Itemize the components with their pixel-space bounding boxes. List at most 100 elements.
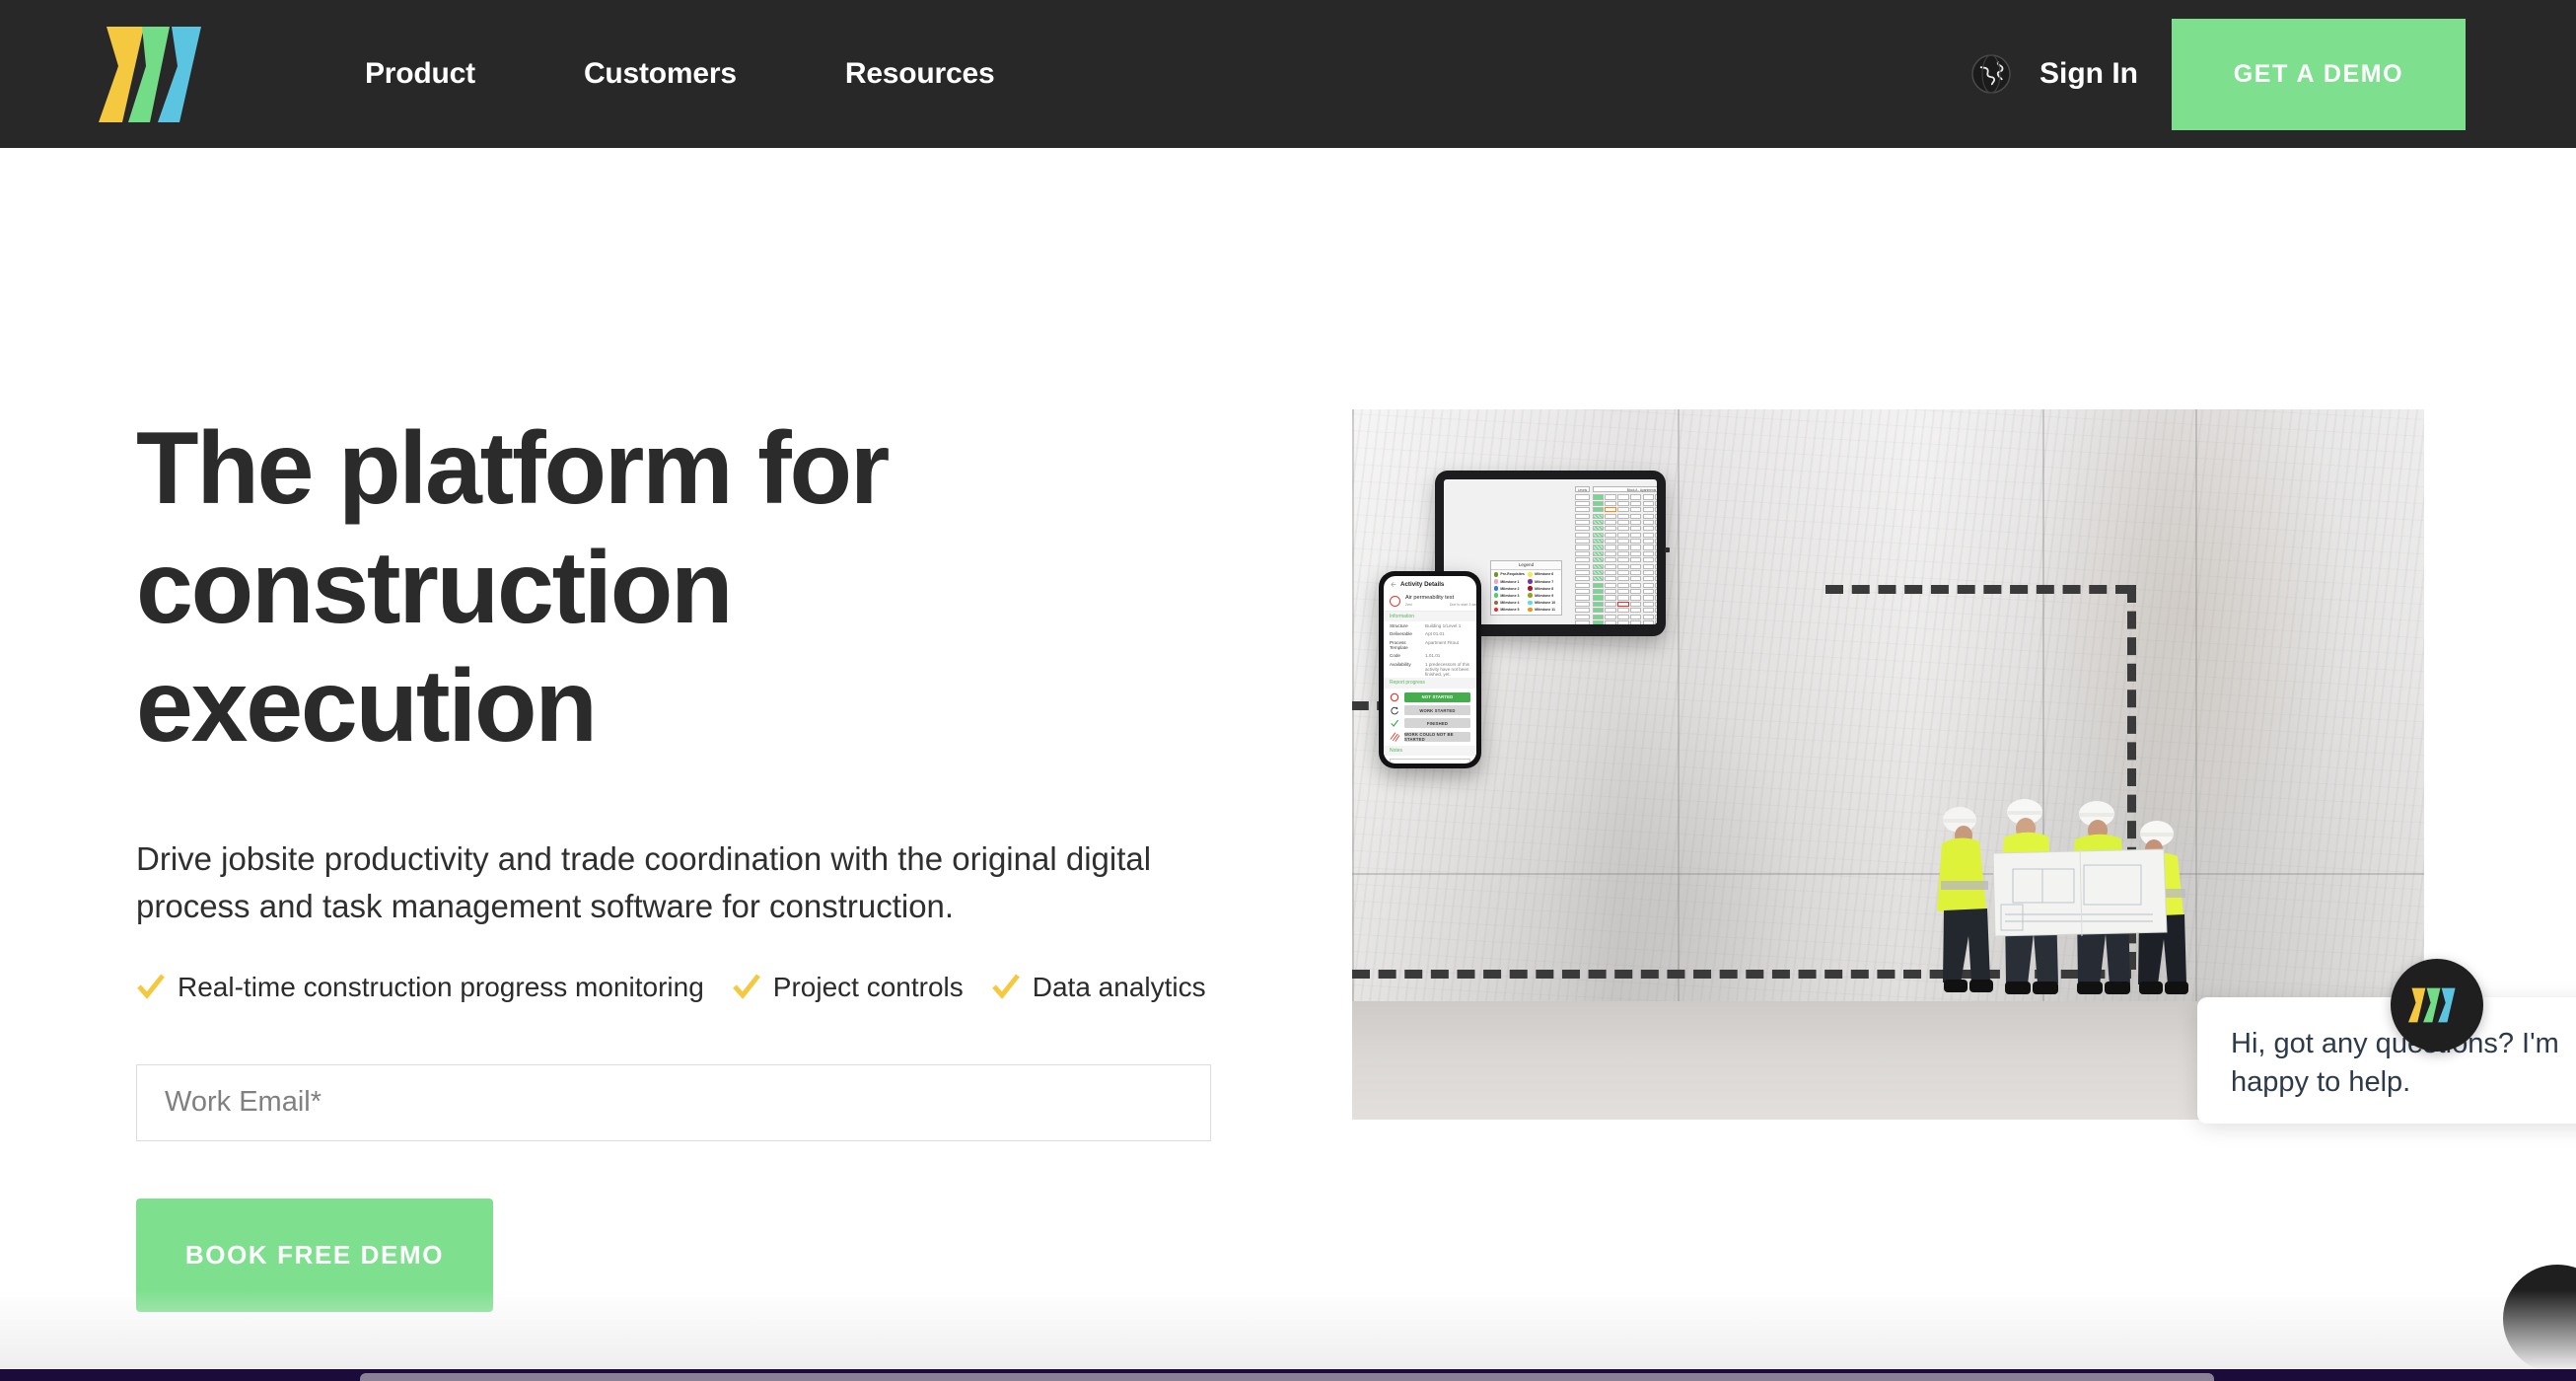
grid-cell[interactable] (1592, 582, 1605, 588)
grid-cell[interactable] (1592, 563, 1605, 569)
grid-cell[interactable] (1617, 608, 1629, 614)
grid-cell[interactable] (1642, 526, 1655, 532)
grid-cell[interactable] (1592, 619, 1605, 624)
grid-cell[interactable] (1592, 550, 1605, 556)
grid-cell[interactable] (1605, 513, 1616, 519)
grid-cell[interactable] (1617, 601, 1629, 607)
grid-cell[interactable] (1629, 563, 1642, 569)
grid-level-cell[interactable] (1575, 545, 1590, 550)
grid-cell[interactable] (1592, 601, 1605, 607)
grid-level-cell[interactable] (1575, 589, 1590, 595)
grid-cell[interactable] (1655, 494, 1657, 500)
grid-cell[interactable] (1617, 619, 1629, 624)
grid-cell[interactable] (1592, 608, 1605, 614)
chat-message-bubble[interactable]: Hi, got any questions? I'm happy to help… (2197, 997, 2576, 1124)
sign-in-link[interactable]: Sign In (2039, 57, 2138, 91)
grid-cell[interactable] (1642, 513, 1655, 519)
grid-cell[interactable] (1605, 569, 1616, 576)
grid-cell[interactable] (1629, 619, 1642, 624)
grid-cell[interactable] (1642, 569, 1655, 576)
grid-cell[interactable] (1655, 500, 1657, 506)
grid-cell[interactable] (1655, 545, 1657, 550)
grid-cell[interactable] (1655, 526, 1657, 532)
grid-cell[interactable] (1642, 532, 1655, 538)
grid-cell[interactable] (1629, 519, 1642, 526)
grid-cell[interactable] (1629, 507, 1642, 513)
grid-level-cell[interactable] (1575, 519, 1590, 526)
grid-cell[interactable] (1617, 500, 1629, 506)
grid-cell[interactable] (1629, 494, 1642, 500)
grid-cell[interactable] (1655, 595, 1657, 601)
grid-cell[interactable] (1642, 494, 1655, 500)
grid-cell[interactable] (1617, 494, 1629, 500)
grid-cell[interactable] (1642, 550, 1655, 556)
grid-cell[interactable] (1642, 601, 1655, 607)
grid-cell[interactable] (1629, 532, 1642, 538)
grid-cell[interactable] (1617, 513, 1629, 519)
grid-cell[interactable] (1605, 550, 1616, 556)
grid-cell[interactable] (1629, 601, 1642, 607)
grid-cell[interactable] (1592, 500, 1605, 506)
grid-level-cell[interactable] (1575, 507, 1590, 513)
grid-level-cell[interactable] (1575, 500, 1590, 506)
grid-cell[interactable] (1655, 608, 1657, 614)
book-free-demo-button[interactable]: BOOK FREE DEMO (136, 1198, 493, 1312)
grid-cell[interactable] (1617, 526, 1629, 532)
grid-level-cell[interactable] (1575, 614, 1590, 619)
nav-item-resources[interactable]: Resources (845, 57, 995, 91)
grid-cell[interactable] (1642, 619, 1655, 624)
grid-cell[interactable] (1629, 513, 1642, 519)
grid-cell[interactable] (1605, 545, 1616, 550)
grid-cell[interactable] (1629, 500, 1642, 506)
grid-cell[interactable] (1642, 589, 1655, 595)
progress-option-row[interactable]: WORK COULD NOT BE STARTED (1390, 731, 1470, 742)
grid-level-cell[interactable] (1575, 582, 1590, 588)
grid-cell[interactable] (1655, 563, 1657, 569)
grid-cell[interactable] (1617, 576, 1629, 582)
grid-cell[interactable] (1605, 557, 1616, 563)
grid-cell[interactable] (1617, 614, 1629, 619)
grid-cell[interactable] (1629, 589, 1642, 595)
grid-cell[interactable] (1592, 507, 1605, 513)
grid-cell[interactable] (1617, 519, 1629, 526)
grid-cell[interactable] (1642, 557, 1655, 563)
progress-option-row[interactable]: NOT STARTED (1390, 691, 1470, 702)
grid-cell[interactable] (1642, 545, 1655, 550)
grid-cell[interactable] (1629, 550, 1642, 556)
grid-cell[interactable] (1629, 545, 1642, 550)
grid-level-cell[interactable] (1575, 494, 1590, 500)
progress-option-finished[interactable]: FINISHED (1404, 718, 1470, 729)
grid-cell[interactable] (1655, 614, 1657, 619)
grid-level-cell[interactable] (1575, 569, 1590, 576)
grid-level-cell[interactable] (1575, 595, 1590, 601)
grid-cell[interactable] (1605, 494, 1616, 500)
progress-option-work-started[interactable]: WORK STARTED (1404, 705, 1470, 716)
grid-cell[interactable] (1629, 614, 1642, 619)
grid-level-cell[interactable] (1575, 532, 1590, 538)
grid-cell[interactable] (1605, 595, 1616, 601)
grid-cell[interactable] (1642, 576, 1655, 582)
grid-cell[interactable] (1655, 550, 1657, 556)
grid-cell[interactable] (1605, 563, 1616, 569)
grid-cell[interactable] (1629, 608, 1642, 614)
grid-cell[interactable] (1629, 582, 1642, 588)
grid-cell[interactable] (1592, 614, 1605, 619)
grid-level-cell[interactable] (1575, 619, 1590, 624)
grid-cell[interactable] (1592, 589, 1605, 595)
progress-option-could-not-start[interactable]: WORK COULD NOT BE STARTED (1404, 731, 1470, 742)
progress-option-row[interactable]: WORK STARTED (1390, 705, 1470, 716)
grid-cell[interactable] (1642, 608, 1655, 614)
grid-cell[interactable] (1592, 513, 1605, 519)
grid-cell[interactable] (1655, 513, 1657, 519)
grid-cell[interactable] (1642, 595, 1655, 601)
grid-cell[interactable] (1617, 595, 1629, 601)
grid-cell[interactable] (1617, 550, 1629, 556)
progress-option-row[interactable]: FINISHED (1390, 718, 1470, 729)
grid-cell[interactable] (1642, 563, 1655, 569)
grid-level-cell[interactable] (1575, 557, 1590, 563)
grid-level-cell[interactable] (1575, 563, 1590, 569)
nav-item-customers[interactable]: Customers (584, 57, 737, 91)
grid-cell[interactable] (1655, 557, 1657, 563)
grid-cell[interactable] (1592, 545, 1605, 550)
work-email-input[interactable] (136, 1063, 1211, 1141)
